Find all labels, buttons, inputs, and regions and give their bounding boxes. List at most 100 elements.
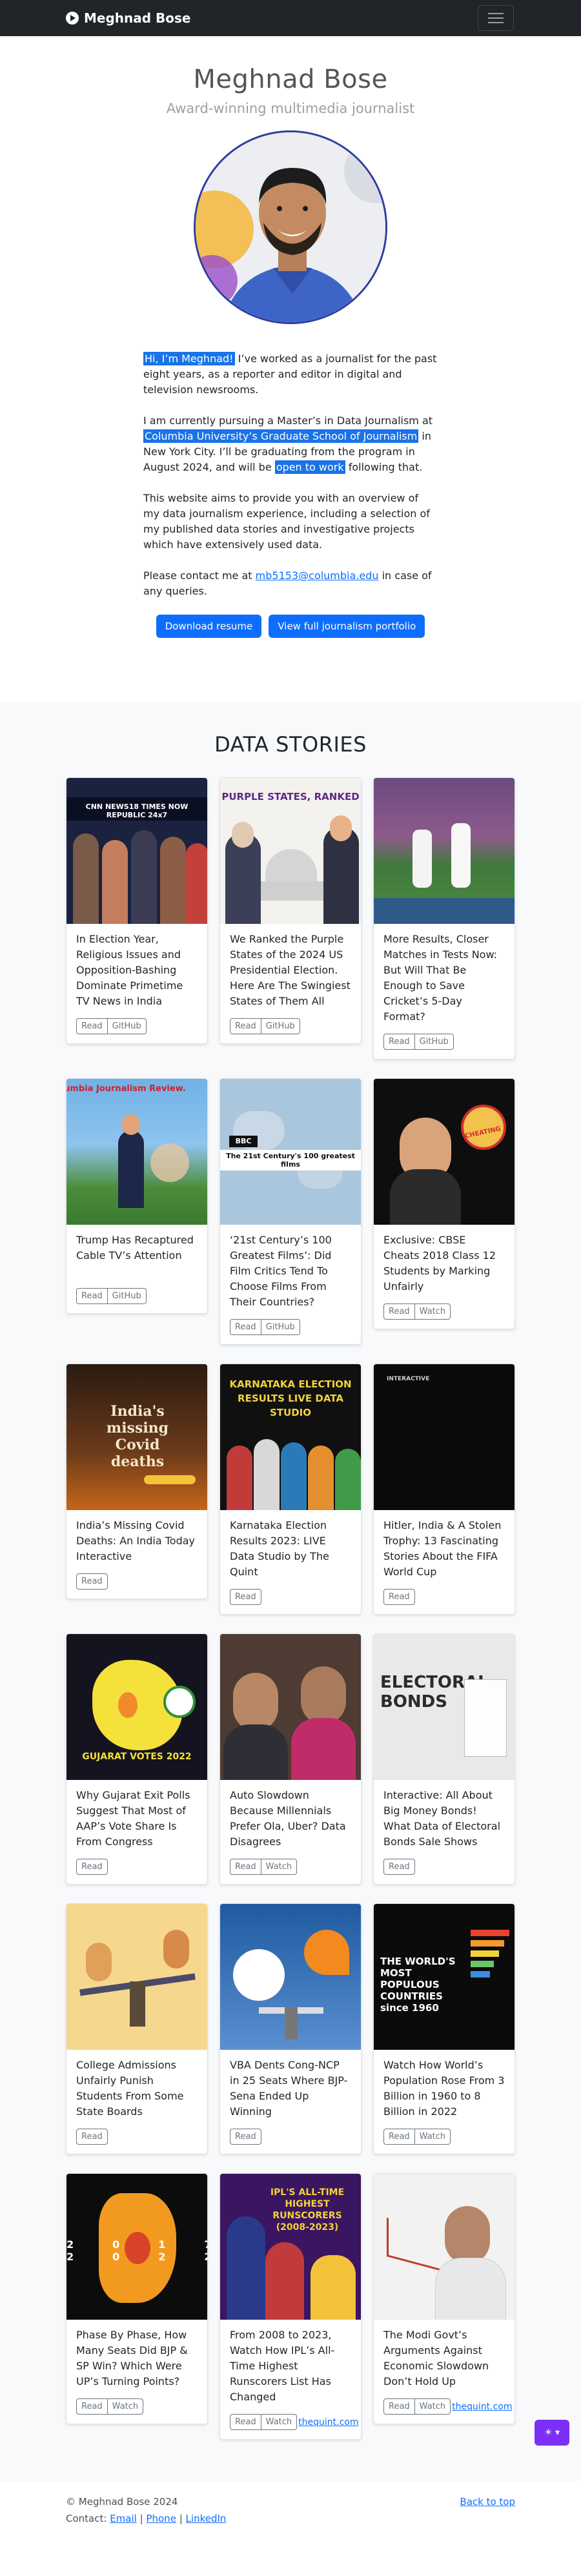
brand-name: Meghnad Bose — [84, 10, 191, 26]
contact-line: Contact: Email | Phone | LinkedIn — [66, 2513, 227, 2524]
story-title: Watch How World’s Population Rose From 3… — [383, 2059, 505, 2118]
story-title: Karnataka Election Results 2023: LIVE Da… — [230, 1519, 329, 1578]
bio-paragraph-1: Hi, I’m Meghnad! I’ve worked as a journa… — [143, 352, 437, 396]
story-thumbnail: India's missing Covid deaths — [66, 1364, 207, 1510]
story-card: IPL'S ALL-TIME HIGHEST RUNSCORERS (2008-… — [219, 2173, 362, 2440]
story-title: The Modi Govt’s Arguments Against Econom… — [383, 2329, 489, 2387]
story-title: Trump Has Recaptured Cable TV’s Attentio… — [76, 1234, 194, 1262]
read-button[interactable]: Read — [230, 1319, 261, 1335]
story-title: Hitler, India & A Stolen Trophy: 13 Fasc… — [383, 1519, 502, 1578]
footer-linkedin-link[interactable]: LinkedIn — [186, 2513, 227, 2524]
footer-email-link[interactable]: Email — [110, 2513, 137, 2524]
story-title: In Election Year, Religious Issues and O… — [76, 933, 183, 1007]
story-thumbnail: GUJARAT VOTES 2022 — [66, 1634, 207, 1780]
story-thumbnail: Columbia Journalism Review. — [66, 1079, 207, 1225]
story-card: Columbia Journalism Review. Trump Has Re… — [66, 1078, 208, 1314]
story-title: VBA Dents Cong-NCP in 25 Seats Where BJP… — [230, 2059, 348, 2118]
story-title: Auto Slowdown Because Millennials Prefer… — [230, 1789, 346, 1848]
read-button[interactable]: Read — [76, 2398, 108, 2415]
github-button[interactable]: GitHub — [414, 1034, 454, 1050]
thequint-link[interactable]: thequint.com — [298, 2417, 358, 2428]
story-thumbnail — [220, 1904, 361, 2050]
read-button[interactable]: Read — [76, 1018, 108, 1034]
theme-toggle-button[interactable]: ☀ ▾ — [535, 2420, 569, 2446]
watch-button[interactable]: Watch — [107, 2398, 144, 2415]
story-title: Interactive: All About Big Money Bonds! … — [383, 1789, 501, 1848]
github-button[interactable]: GitHub — [261, 1319, 300, 1335]
hamburger-icon — [488, 13, 504, 14]
story-card: ELECTORAL BONDS Interactive: All About B… — [373, 1633, 515, 1885]
read-button[interactable]: Read — [230, 1859, 261, 1875]
story-thumbnail: INTERACTIVE — [374, 1364, 515, 1510]
view-portfolio-button[interactable]: View full journalism portfolio — [269, 615, 425, 638]
read-button[interactable]: Read — [383, 2129, 415, 2145]
watch-button[interactable]: Watch — [414, 2129, 451, 2145]
brand-link[interactable]: Meghnad Bose — [66, 10, 191, 26]
story-card: BBC The 21st Century's 100 greatest film… — [219, 1078, 362, 1345]
story-card: College Admissions Unfairly Punish Stude… — [66, 1903, 208, 2154]
story-card: INTERACTIVE Hitler, India & A Stolen Tro… — [373, 1364, 515, 1615]
github-button[interactable]: GitHub — [107, 1018, 147, 1034]
story-thumbnail: THE WORLD'S MOST POPULOUS COUNTRIES sinc… — [374, 1904, 515, 2050]
watch-button[interactable]: Watch — [414, 2398, 451, 2415]
read-button[interactable]: Read — [230, 2129, 261, 2145]
read-button[interactable]: Read — [76, 2129, 108, 2145]
story-thumbnail: BBC The 21st Century's 100 greatest film… — [220, 1079, 361, 1225]
story-title: India’s Missing Covid Deaths: An India T… — [76, 1519, 195, 1562]
story-title: ‘21st Century’s 100 Greatest Films’: Did… — [230, 1234, 332, 1308]
story-title: College Admissions Unfairly Punish Stude… — [76, 2059, 184, 2118]
story-card: 2017 2022 Phase By Phase, How Many Seats… — [66, 2173, 208, 2424]
story-title: We Ranked the Purple States of the 2024 … — [230, 933, 351, 1007]
bio-section: Hi, I’m Meghnad! I’ve worked as a journa… — [143, 351, 438, 599]
story-card: PURPLE STATES, RANKED We Ranked the Purp… — [219, 777, 362, 1044]
story-thumbnail: 2017 2022 — [66, 2174, 207, 2320]
watch-button[interactable]: Watch — [414, 1303, 451, 1320]
footer-phone-link[interactable]: Phone — [146, 2513, 176, 2524]
read-button[interactable]: Read — [383, 2398, 415, 2415]
read-button[interactable]: Read — [383, 1589, 415, 1605]
story-card: KARNATAKA ELECTION RESULTS LIVE DATA STU… — [219, 1364, 362, 1615]
story-thumbnail: ELECTORAL BONDS — [374, 1634, 515, 1780]
story-card: More Results, Closer Matches in Tests No… — [373, 777, 515, 1059]
page-title: Meghnad Bose — [193, 65, 388, 94]
story-card: CHEATING Exclusive: CBSE Cheats 2018 Cla… — [373, 1078, 515, 1329]
story-thumbnail — [66, 1904, 207, 2050]
watch-button[interactable]: Watch — [261, 2414, 298, 2430]
story-title: From 2008 to 2023, Watch How IPL’s All-T… — [230, 2329, 335, 2403]
avatar — [194, 130, 387, 324]
read-button[interactable]: Read — [230, 2414, 261, 2430]
read-button[interactable]: Read — [76, 1859, 108, 1875]
story-title: Exclusive: CBSE Cheats 2018 Class 12 Stu… — [383, 1234, 496, 1293]
bio-paragraph-3: This website aims to provide you with an… — [143, 492, 430, 551]
story-thumbnail — [220, 1634, 361, 1780]
download-resume-button[interactable]: Download resume — [156, 615, 262, 638]
bio-paragraph-4: Please contact me at mb5153@columbia.edu… — [143, 569, 432, 597]
cta-buttons: Download resume View full journalism por… — [0, 615, 581, 638]
read-button[interactable]: Read — [230, 1018, 261, 1034]
story-thumbnail: KARNATAKA ELECTION RESULTS LIVE DATA STU… — [220, 1364, 361, 1510]
back-to-top-link[interactable]: Back to top — [460, 2496, 515, 2508]
navbar: Meghnad Bose — [0, 0, 581, 36]
read-button[interactable]: Read — [230, 1589, 261, 1605]
footer: © Meghnad Bose 2024 Back to top Contact:… — [66, 2496, 515, 2524]
read-button[interactable]: Read — [383, 1034, 415, 1050]
watch-button[interactable]: Watch — [261, 1859, 298, 1875]
hero-section: Meghnad Bose Award-winning multimedia jo… — [0, 36, 581, 324]
page-subtitle: Award-winning multimedia journalist — [166, 101, 415, 116]
school-highlight: Columbia University’s Graduate School of… — [143, 429, 419, 443]
read-button[interactable]: Read — [383, 1303, 415, 1320]
story-thumbnail: IPL'S ALL-TIME HIGHEST RUNSCORERS (2008-… — [220, 2174, 361, 2320]
email-link[interactable]: mb5153@columbia.edu — [256, 569, 379, 582]
github-button[interactable]: GitHub — [107, 1288, 147, 1304]
github-button[interactable]: GitHub — [261, 1018, 300, 1034]
story-card: GUJARAT VOTES 2022 Why Gujarat Exit Poll… — [66, 1633, 208, 1885]
read-button[interactable]: Read — [383, 1859, 415, 1875]
thequint-link[interactable]: thequint.com — [452, 2402, 512, 2412]
story-title: More Results, Closer Matches in Tests No… — [383, 933, 498, 1023]
copyright: © Meghnad Bose 2024 — [66, 2496, 178, 2508]
read-button[interactable]: Read — [76, 1573, 108, 1590]
story-card: Auto Slowdown Because Millennials Prefer… — [219, 1633, 362, 1885]
read-button[interactable]: Read — [76, 1288, 108, 1304]
menu-toggle-button[interactable] — [478, 5, 514, 31]
story-card: VBA Dents Cong-NCP in 25 Seats Where BJP… — [219, 1903, 362, 2154]
